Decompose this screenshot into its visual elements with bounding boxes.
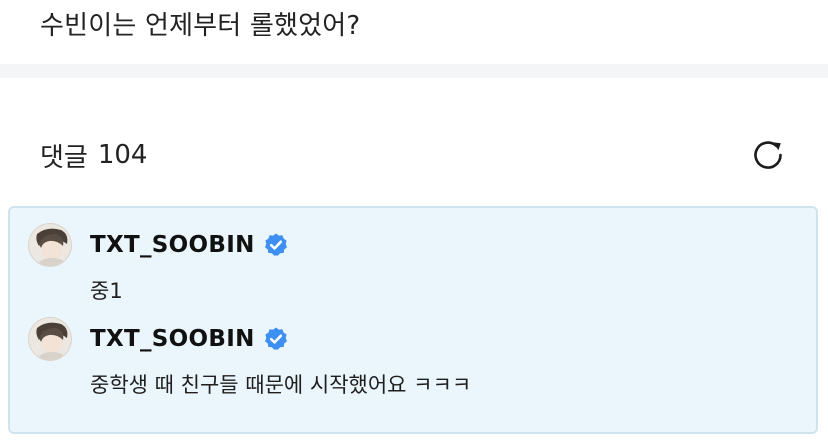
refresh-button[interactable] — [748, 135, 788, 175]
comments-count: 104 — [97, 140, 148, 170]
comments-header: 댓글 104 — [40, 133, 788, 177]
comment-author-name[interactable]: TXT_SOOBIN — [90, 326, 255, 352]
avatar-image — [29, 318, 71, 360]
comment-item: TXT_SOOBIN 중1 — [28, 222, 788, 306]
comments-label: 댓글 — [40, 142, 88, 173]
pinned-comments-box: TXT_SOOBIN 중1 TXT_SOOBIN 중학생 때 친구들 때문에 시… — [8, 206, 818, 434]
avatar-image — [29, 224, 71, 266]
avatar[interactable] — [28, 223, 72, 267]
section-divider — [0, 64, 828, 78]
question-text: 수빈이는 언제부터 롤했었어? — [40, 11, 361, 41]
comments-title: 댓글 104 — [40, 137, 147, 174]
qna-page: 수빈이는 언제부터 롤했었어? 댓글 104 TXT_SOOBIN 중1 TXT… — [0, 0, 828, 441]
verified-badge-icon — [264, 233, 287, 256]
comment-item: TXT_SOOBIN 중학생 때 친구들 때문에 시작했어요 ㅋㅋㅋ — [28, 316, 788, 400]
verified-badge-icon — [264, 327, 287, 350]
avatar[interactable] — [28, 317, 72, 361]
refresh-icon — [754, 141, 782, 169]
comment-author-name[interactable]: TXT_SOOBIN — [90, 232, 255, 258]
comment-author-row: TXT_SOOBIN — [28, 316, 788, 362]
comment-text: 중1 — [90, 279, 123, 303]
comment-text: 중학생 때 친구들 때문에 시작했어요 ㅋㅋㅋ — [90, 373, 472, 397]
comment-author-row: TXT_SOOBIN — [28, 222, 788, 268]
